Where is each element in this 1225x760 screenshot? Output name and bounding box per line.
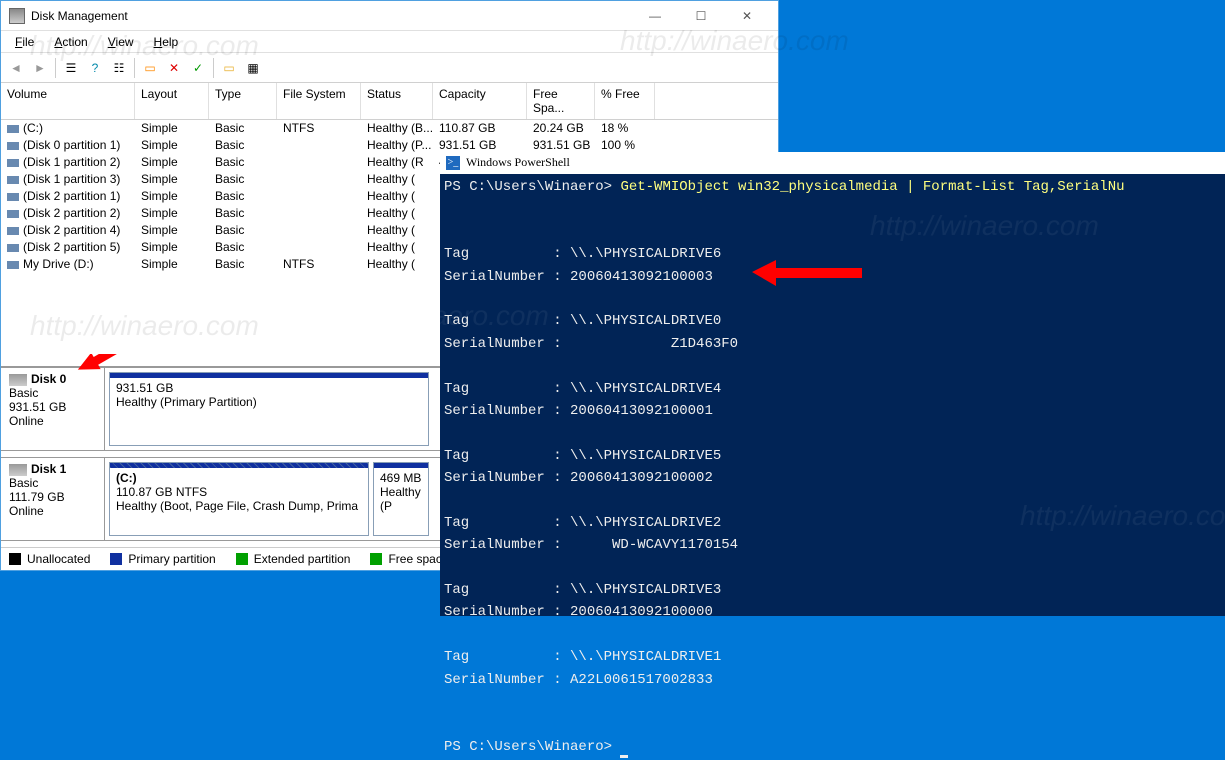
legend-primary: Primary partition	[128, 552, 215, 566]
ps-command: Get-WMIObject win32_physicalmedia | Form…	[620, 179, 1124, 195]
col-free[interactable]: Free Spa...	[527, 83, 595, 119]
ps-prompt-2: PS C:\Users\Winaero>	[444, 739, 612, 755]
refresh-icon[interactable]: ☷	[108, 57, 130, 79]
menu-action[interactable]: Action	[46, 33, 95, 51]
partition[interactable]: 931.51 GBHealthy (Primary Partition)	[109, 372, 429, 446]
col-status[interactable]: Status	[361, 83, 433, 119]
properties-icon[interactable]: ▦	[242, 57, 264, 79]
powershell-window: >_ Windows PowerShell PS C:\Users\Winaer…	[440, 152, 1225, 616]
cursor	[620, 755, 628, 758]
list-icon[interactable]: ☰	[60, 57, 82, 79]
help-icon[interactable]: ?	[84, 57, 106, 79]
action-icon[interactable]: ▭	[139, 57, 161, 79]
legend-extended: Extended partition	[254, 552, 351, 566]
check-icon[interactable]: ✓	[187, 57, 209, 79]
maximize-button[interactable]: ☐	[678, 1, 724, 31]
legend-free-swatch	[370, 553, 382, 565]
window-title: Disk Management	[31, 9, 632, 23]
desktop-background	[779, 0, 1225, 152]
col-volume[interactable]: Volume	[1, 83, 135, 119]
partition[interactable]: 469 MBHealthy (P	[373, 462, 429, 536]
menu-file[interactable]: FFileile	[7, 33, 42, 51]
ps-title: Windows PowerShell	[466, 153, 570, 172]
ps-console[interactable]: PS C:\Users\Winaero> Get-WMIObject win32…	[440, 174, 1225, 760]
ps-title-bar[interactable]: >_ Windows PowerShell	[440, 152, 1225, 174]
partition[interactable]: (C:)110.87 GB NTFSHealthy (Boot, Page Fi…	[109, 462, 369, 536]
legend-extended-swatch	[236, 553, 248, 565]
delete-icon[interactable]: ✕	[163, 57, 185, 79]
toolbar: ◄ ► ☰ ? ☷ ▭ ✕ ✓ ▭ ▦	[1, 53, 778, 83]
back-button[interactable]: ◄	[5, 57, 27, 79]
minimize-button[interactable]: —	[632, 1, 678, 31]
table-header-row: Volume Layout Type File System Status Ca…	[1, 83, 778, 120]
folder-icon[interactable]: ▭	[218, 57, 240, 79]
col-type[interactable]: Type	[209, 83, 277, 119]
forward-button[interactable]: ►	[29, 57, 51, 79]
ps-prompt: PS C:\Users\Winaero>	[444, 179, 612, 195]
close-button[interactable]: ✕	[724, 1, 770, 31]
table-row[interactable]: (C:)SimpleBasicNTFSHealthy (B...110.87 G…	[1, 120, 778, 137]
legend-unalloc: Unallocated	[27, 552, 90, 566]
app-icon	[9, 8, 25, 24]
menu-bar: FFileile Action View Help	[1, 31, 778, 53]
col-layout[interactable]: Layout	[135, 83, 209, 119]
col-capacity[interactable]: Capacity	[433, 83, 527, 119]
menu-help[interactable]: Help	[146, 33, 187, 51]
col-filesystem[interactable]: File System	[277, 83, 361, 119]
col-pfree[interactable]: % Free	[595, 83, 655, 119]
menu-view[interactable]: View	[100, 33, 142, 51]
title-bar[interactable]: Disk Management — ☐ ✕	[1, 1, 778, 31]
legend-unalloc-swatch	[9, 553, 21, 565]
powershell-icon: >_	[446, 156, 460, 170]
legend-primary-swatch	[110, 553, 122, 565]
